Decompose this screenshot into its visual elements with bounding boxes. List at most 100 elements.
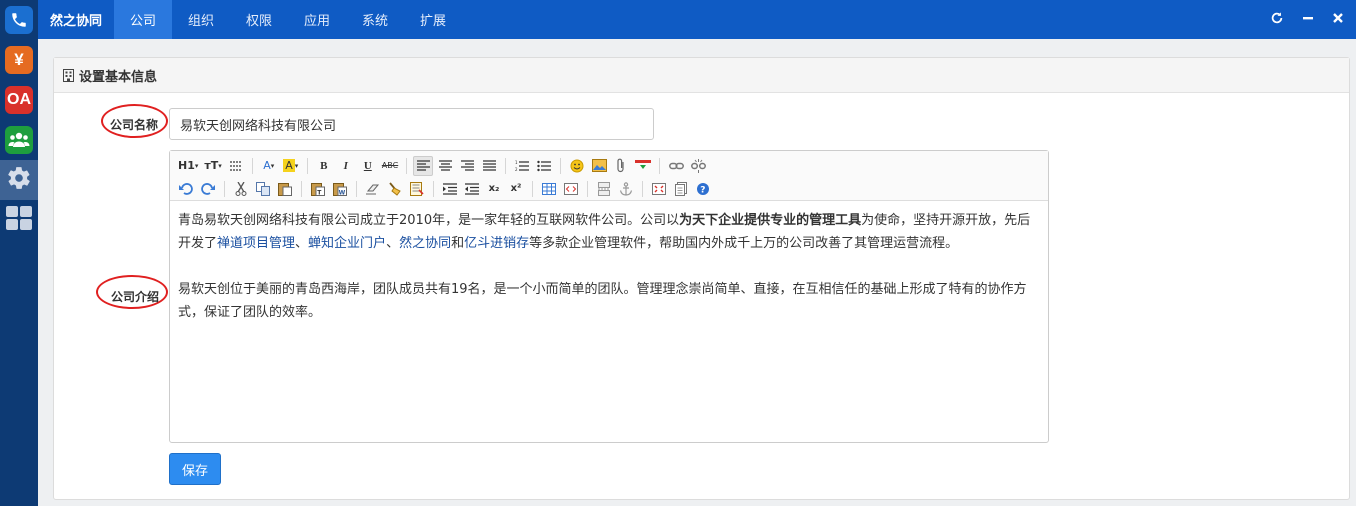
fullscreen-icon[interactable] <box>649 179 669 199</box>
svg-text:2: 2 <box>515 167 518 172</box>
toolbar-separator <box>251 157 253 174</box>
toolbar-separator <box>433 180 434 197</box>
attachment-icon[interactable] <box>611 156 631 176</box>
tab-system[interactable]: 系统 <box>346 0 404 39</box>
font-size-button[interactable]: тT ▾ <box>202 156 223 176</box>
tab-company[interactable]: 公司 <box>114 0 172 39</box>
dock-item-oa[interactable]: OA <box>0 80 38 120</box>
unlink-icon[interactable] <box>688 156 708 176</box>
cut-icon[interactable] <box>231 179 251 199</box>
toolbar-separator <box>306 157 308 174</box>
minimize-icon[interactable] <box>1302 12 1314 28</box>
paste-word-icon[interactable]: W <box>330 179 350 199</box>
link-zentao[interactable]: 禅道项目管理 <box>217 236 295 251</box>
page-break-icon[interactable] <box>633 156 653 176</box>
intro-paragraph-2: 易软天创位于美丽的青岛西海岸，团队成员共有19名，是一个小而简单的团队。管理理念… <box>178 282 1027 320</box>
font-color-button[interactable]: A ▾ <box>259 156 279 176</box>
align-center-icon[interactable] <box>435 156 455 176</box>
italic-button[interactable]: I <box>336 156 356 176</box>
highlight-color-button[interactable]: A ▾ <box>281 156 301 176</box>
heading-button[interactable]: H1 ▾ <box>176 156 200 176</box>
source-code-icon[interactable] <box>671 179 691 199</box>
oa-icon: OA <box>5 86 33 114</box>
toolbar-separator <box>224 180 225 197</box>
link-icon[interactable] <box>666 156 686 176</box>
link-ranzhi[interactable]: 然之协同 <box>399 236 451 251</box>
subscript-button[interactable]: x₂ <box>484 179 504 199</box>
undo-icon[interactable] <box>176 179 196 199</box>
window-controls <box>1270 0 1356 39</box>
close-icon[interactable] <box>1332 12 1344 28</box>
panel-header: 设置基本信息 <box>54 58 1349 93</box>
code-block-icon[interactable] <box>561 179 581 199</box>
strikethrough-button[interactable]: ABC <box>380 156 400 176</box>
grid-icon <box>6 206 32 234</box>
toolbar-separator <box>560 157 562 174</box>
unordered-list-icon[interactable] <box>534 156 554 176</box>
refresh-icon[interactable] <box>1270 11 1284 29</box>
redo-icon[interactable] <box>198 179 218 199</box>
app-brand[interactable]: 然之协同 <box>38 0 114 39</box>
top-nav-bar: 然之协同 公司 组织 权限 应用 系统 扩展 <box>38 0 1356 39</box>
toolbar-separator <box>406 157 408 174</box>
editor-toolbar: H1 ▾ тT ▾ A ▾ A ▾ B I U ABC 12 T W x₂ x²… <box>170 151 1048 201</box>
dock-item-apps[interactable] <box>0 200 38 240</box>
editor-content[interactable]: 青岛易软天创网络科技有限公司成立于2010年，是一家年轻的互联网软件公司。公司以… <box>170 201 1048 355</box>
toolbar-separator <box>587 180 588 197</box>
link-chanzhi[interactable]: 蝉知企业门户 <box>308 236 386 251</box>
yen-icon: ¥ <box>5 46 33 74</box>
format-brush-icon[interactable] <box>385 179 405 199</box>
company-name-input[interactable]: 易软天创网络科技有限公司 <box>169 108 654 140</box>
image-icon[interactable] <box>589 156 609 176</box>
company-name-label: 公司名称 <box>110 118 159 132</box>
toolbar-separator <box>532 180 533 197</box>
indent-icon[interactable] <box>440 179 460 199</box>
dock-item-team[interactable] <box>0 120 38 160</box>
toolbar-separator <box>642 180 643 197</box>
svg-text:W: W <box>339 189 346 196</box>
toolbar-separator <box>301 180 302 197</box>
align-right-icon[interactable] <box>457 156 477 176</box>
team-icon <box>5 126 33 154</box>
align-justify-icon[interactable] <box>479 156 499 176</box>
toolbar-separator <box>356 180 357 197</box>
tab-extensions[interactable]: 扩展 <box>404 0 462 39</box>
help-icon[interactable]: ? <box>693 179 713 199</box>
toolbar-row-1: H1 ▾ тT ▾ A ▾ A ▾ B I U ABC 12 <box>176 154 1042 177</box>
building-icon <box>63 68 74 82</box>
toolbar-row-2: T W x₂ x² ? <box>176 177 1042 200</box>
paste-text-icon[interactable]: T <box>308 179 328 199</box>
outdent-icon[interactable] <box>462 179 482 199</box>
dock-item-phone[interactable] <box>0 0 38 40</box>
panel-title: 设置基本信息 <box>79 69 158 85</box>
gear-icon <box>6 165 32 195</box>
line-height-icon[interactable] <box>226 156 246 176</box>
dock-item-settings[interactable] <box>0 160 38 200</box>
dock-item-finance[interactable]: ¥ <box>0 40 38 80</box>
save-button[interactable]: 保存 <box>169 453 221 485</box>
toolbar-separator <box>505 157 507 174</box>
copy-icon[interactable] <box>253 179 273 199</box>
page-break-insert-icon[interactable] <box>594 179 614 199</box>
underline-button[interactable]: U <box>358 156 378 176</box>
tab-permissions[interactable]: 权限 <box>230 0 288 39</box>
tab-organization[interactable]: 组织 <box>172 0 230 39</box>
toolbar-separator <box>659 157 661 174</box>
app-dock: ¥ OA <box>0 0 38 506</box>
paste-icon[interactable] <box>275 179 295 199</box>
tab-applications[interactable]: 应用 <box>288 0 346 39</box>
eraser-icon[interactable] <box>363 179 383 199</box>
phone-icon <box>5 6 33 34</box>
ordered-list-icon[interactable]: 12 <box>512 156 532 176</box>
align-left-icon[interactable] <box>413 155 434 176</box>
emoticon-icon[interactable] <box>567 156 587 176</box>
select-all-icon[interactable] <box>407 179 427 199</box>
superscript-button[interactable]: x² <box>506 179 526 199</box>
anchor-icon[interactable] <box>616 179 636 199</box>
bold-button[interactable]: B <box>314 156 334 176</box>
intro-paragraph-1: 青岛易软天创网络科技有限公司成立于2010年，是一家年轻的互联网软件公司。公司以… <box>178 213 1031 251</box>
table-icon[interactable] <box>539 179 559 199</box>
svg-text:?: ? <box>700 185 705 195</box>
svg-text:1: 1 <box>515 160 518 165</box>
link-yidou[interactable]: 亿斗进销存 <box>464 236 529 251</box>
